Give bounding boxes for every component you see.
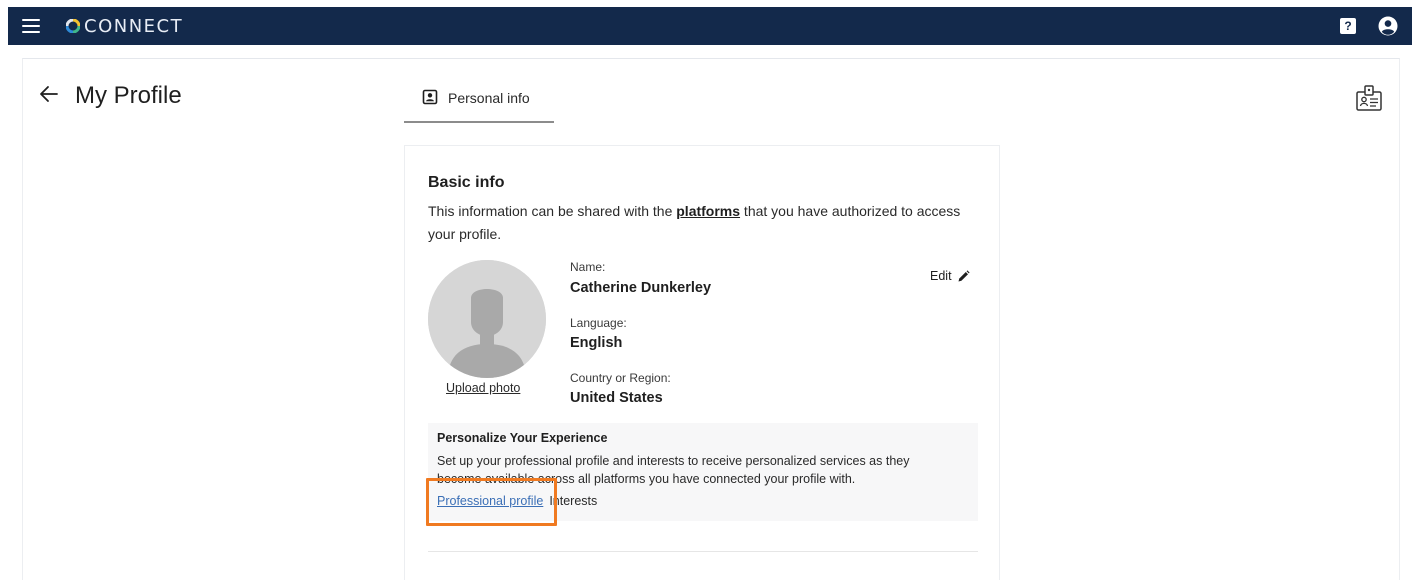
personalize-title: Personalize Your Experience xyxy=(437,431,608,445)
personalize-links: Professional profile Interests xyxy=(437,494,597,508)
edit-label: Edit xyxy=(930,269,952,283)
avatar xyxy=(428,260,546,378)
personalize-panel: Personalize Your Experience Set up your … xyxy=(428,423,978,521)
professional-profile-link[interactable]: Professional profile xyxy=(437,494,543,508)
name-value: Catherine Dunkerley xyxy=(570,280,712,296)
language-label: Language: xyxy=(570,316,627,330)
description-text-start: This information can be shared with the xyxy=(428,203,677,219)
language-value: English xyxy=(570,335,623,351)
id-card-icon xyxy=(422,89,438,105)
name-label: Name: xyxy=(570,260,606,274)
account-icon[interactable] xyxy=(1378,16,1398,36)
basic-info-description: This information can be shared with the … xyxy=(428,200,978,246)
brand[interactable]: CONNECT xyxy=(66,16,183,37)
platforms-link[interactable]: platforms xyxy=(676,203,740,219)
country-value: United States xyxy=(570,390,663,406)
top-navigation-bar: CONNECT ? xyxy=(8,7,1412,45)
back-arrow-icon[interactable] xyxy=(38,84,60,104)
brand-name: CONNECT xyxy=(84,15,184,37)
basic-info-card: Basic info This information can be share… xyxy=(404,145,1000,580)
pencil-icon xyxy=(958,269,970,281)
page-title: My Profile xyxy=(75,82,182,109)
id-badge-icon[interactable] xyxy=(1355,84,1383,112)
country-label: Country or Region: xyxy=(570,371,671,385)
basic-info-title: Basic info xyxy=(428,174,505,191)
hamburger-menu-icon[interactable] xyxy=(22,19,40,33)
tab-label: Personal info xyxy=(448,90,530,106)
upload-photo-link[interactable]: Upload photo xyxy=(446,381,520,395)
card-divider xyxy=(428,551,978,552)
interests-link[interactable]: Interests xyxy=(549,494,597,508)
edit-button[interactable]: Edit xyxy=(930,269,970,283)
user-silhouette-icon xyxy=(428,260,546,378)
personalize-description: Set up your professional profile and int… xyxy=(437,454,910,486)
tab-personal-info[interactable]: Personal info xyxy=(404,84,554,123)
connect-logo-icon xyxy=(66,19,80,33)
help-icon[interactable]: ? xyxy=(1340,18,1356,34)
